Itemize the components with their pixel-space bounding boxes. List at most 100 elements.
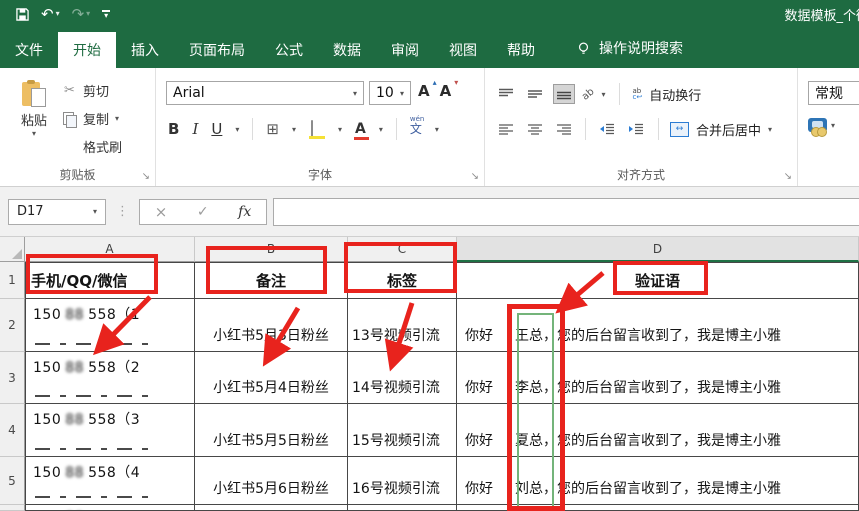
wrap-text-button[interactable]: 自动换行: [649, 85, 701, 104]
copy-button[interactable]: 复制 ▾: [62, 109, 122, 128]
cut-button[interactable]: ✂ 剪切: [62, 81, 122, 100]
font-dialog-launcher-icon[interactable]: ↘: [471, 171, 479, 182]
column-header-d[interactable]: D: [457, 237, 859, 262]
redo-button[interactable]: ↷ ▾: [72, 6, 91, 22]
font-size-dropdown-icon[interactable]: ▾: [400, 89, 404, 98]
tab-home[interactable]: 开始: [58, 32, 116, 68]
formula-input[interactable]: [273, 197, 859, 226]
row-header-2[interactable]: 2: [0, 299, 25, 352]
align-left-button[interactable]: [495, 119, 517, 139]
phonetic-guide-button[interactable]: wén 文: [410, 116, 424, 136]
row-header-3[interactable]: 3: [0, 352, 25, 404]
quick-access-toolbar: ↶ ▾ ↷ ▾ ▾: [0, 6, 111, 22]
font-color-button[interactable]: A: [353, 121, 369, 140]
cell-b4[interactable]: 小红书5月5日粉丝: [195, 404, 348, 457]
align-bottom-button[interactable]: [553, 84, 575, 104]
row-header-5[interactable]: 5: [0, 457, 25, 505]
clipboard-group: 粘贴 ▾ ✂ 剪切 复制 ▾ 格式刷 剪贴板 ↘: [0, 68, 156, 186]
cell-c6[interactable]: [348, 505, 457, 511]
decrease-indent-button[interactable]: [596, 119, 618, 139]
font-name-combobox[interactable]: Arial ▾: [166, 81, 364, 105]
borders-dropdown-icon[interactable]: ▾: [292, 125, 296, 134]
bold-button[interactable]: B: [168, 120, 179, 138]
select-all-corner[interactable]: [0, 237, 25, 262]
tab-insert[interactable]: 插入: [116, 32, 174, 68]
insert-function-icon[interactable]: fx: [238, 204, 251, 220]
wrap-text-icon: ab c↩: [632, 87, 643, 101]
decrease-font-button[interactable]: A ▾: [440, 78, 459, 100]
customize-qat-button[interactable]: ▾: [102, 10, 111, 20]
paste-icon: [22, 80, 46, 108]
row-header-1[interactable]: 1: [0, 262, 25, 299]
redaction-dashes: [35, 448, 153, 450]
name-box[interactable]: D17 ▾: [8, 198, 106, 225]
align-top-button[interactable]: [495, 84, 517, 104]
font-name-value: Arial: [173, 85, 205, 101]
tell-me-search[interactable]: 操作说明搜索: [576, 28, 683, 68]
name-box-dropdown-icon[interactable]: ▾: [93, 207, 97, 216]
align-middle-button[interactable]: [524, 84, 546, 104]
tab-review[interactable]: 审阅: [376, 32, 434, 68]
cell-b3[interactable]: 小红书5月4日粉丝: [195, 352, 348, 404]
cell-c2[interactable]: 13号视频引流: [348, 299, 457, 352]
underline-button[interactable]: U: [211, 120, 222, 138]
merge-center-dropdown-icon[interactable]: ▾: [768, 125, 772, 134]
cell-a2[interactable]: 150 88 558（1: [25, 299, 195, 352]
cell-a4[interactable]: 150 88 558（3: [25, 404, 195, 457]
tab-formulas[interactable]: 公式: [260, 32, 318, 68]
undo-dropdown-icon[interactable]: ▾: [56, 10, 60, 18]
orientation-dropdown-icon[interactable]: ▾: [601, 90, 605, 99]
tab-view[interactable]: 视图: [434, 32, 492, 68]
format-painter-button[interactable]: 格式刷: [61, 137, 122, 156]
cancel-entry-icon[interactable]: ×: [155, 203, 168, 221]
cell-b2[interactable]: 小红书5月3日粉丝: [195, 299, 348, 352]
paste-button[interactable]: 粘贴 ▾: [12, 80, 56, 138]
tab-help[interactable]: 帮助: [492, 32, 550, 68]
accounting-format-button[interactable]: ▾: [808, 118, 835, 137]
font-color-dropdown-icon[interactable]: ▾: [379, 125, 383, 134]
increase-font-button[interactable]: A ▴: [418, 78, 437, 100]
undo-button[interactable]: ↶ ▾: [41, 6, 60, 22]
scissors-icon: ✂: [64, 83, 75, 98]
formula-bar-handle-icon[interactable]: ⋮: [116, 204, 129, 219]
alignment-dialog-launcher-icon[interactable]: ↘: [784, 171, 792, 182]
tab-page-layout[interactable]: 页面布局: [174, 32, 260, 68]
fill-color-icon: [310, 120, 313, 137]
fill-color-dropdown-icon[interactable]: ▾: [338, 125, 342, 134]
cell-c3[interactable]: 14号视频引流: [348, 352, 457, 404]
italic-button[interactable]: I: [192, 120, 198, 138]
fill-color-button[interactable]: [308, 120, 325, 139]
align-right-button[interactable]: [553, 119, 575, 139]
font-name-dropdown-icon[interactable]: ▾: [353, 89, 357, 98]
active-cell-reference: D17: [17, 204, 44, 219]
increase-indent-button[interactable]: [625, 119, 647, 139]
row-header-6[interactable]: [0, 505, 25, 511]
copy-dropdown-icon[interactable]: ▾: [115, 114, 119, 123]
cell-b5[interactable]: 小红书5月6日粉丝: [195, 457, 348, 505]
tab-file[interactable]: 文件: [0, 32, 58, 68]
align-center-button[interactable]: [524, 119, 546, 139]
tab-data[interactable]: 数据: [318, 32, 376, 68]
excel-window: ↶▾ ↷▾ ▾ 数据模板_个微 文件 开始 插入 页面布局 公式 数据 审阅 视…: [0, 0, 859, 511]
number-group: 常规 ▾: [798, 68, 859, 186]
accounting-dropdown-icon[interactable]: ▾: [831, 121, 835, 130]
number-format-combobox[interactable]: 常规: [808, 81, 859, 105]
confirm-entry-icon[interactable]: ✓: [197, 204, 209, 220]
cell-a6[interactable]: 15088558（5: [25, 505, 195, 511]
cell-a5[interactable]: 150 88 558（4: [25, 457, 195, 505]
cell-c4[interactable]: 15号视频引流: [348, 404, 457, 457]
paste-dropdown-icon[interactable]: ▾: [12, 129, 56, 138]
borders-button[interactable]: ⊞: [266, 120, 279, 138]
phonetic-dropdown-icon[interactable]: ▾: [435, 125, 439, 134]
row-header-4[interactable]: 4: [0, 404, 25, 457]
document-title: 数据模板_个微: [784, 8, 859, 24]
clipboard-dialog-launcher-icon[interactable]: ↘: [142, 171, 150, 182]
merge-center-button[interactable]: 合并后居中: [696, 120, 761, 139]
font-size-combobox[interactable]: 10 ▾: [369, 81, 411, 105]
cell-c5[interactable]: 16号视频引流: [348, 457, 457, 505]
cell-a3[interactable]: 150 88 558（2: [25, 352, 195, 404]
orientation-button[interactable]: ab: [580, 86, 597, 102]
cell-b6[interactable]: [195, 505, 348, 511]
save-icon[interactable]: [16, 7, 29, 21]
underline-dropdown-icon[interactable]: ▾: [235, 125, 239, 134]
